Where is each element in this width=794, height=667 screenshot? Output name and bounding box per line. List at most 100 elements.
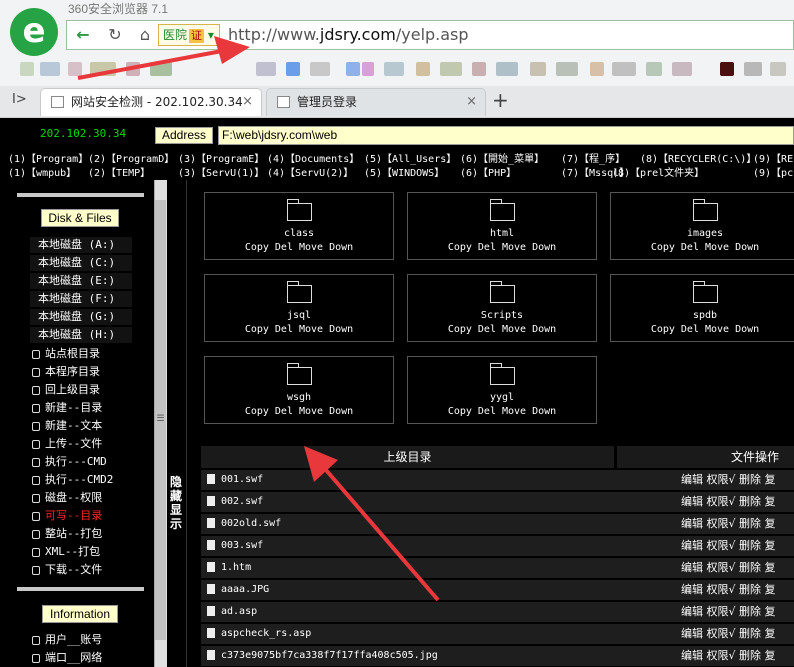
file-actions[interactable]: 编辑 权限√ 删除 复 xyxy=(617,624,794,644)
exec-cmd2-link[interactable]: 执行---CMD2 xyxy=(32,471,113,488)
download-file-link[interactable]: 下载--文件 xyxy=(32,561,102,578)
folder-name[interactable]: images xyxy=(611,228,794,239)
bookmark-item[interactable] xyxy=(612,62,636,76)
bookmark-item[interactable] xyxy=(530,62,546,76)
bookmark-item[interactable] xyxy=(126,62,140,76)
parent-dir-link[interactable]: 回上级目录 xyxy=(32,381,100,398)
folder-name[interactable]: jsql xyxy=(205,310,393,321)
bookmark-item[interactable] xyxy=(590,62,604,76)
bookmark-item[interactable] xyxy=(720,62,734,76)
file-name-cell[interactable]: 001.swf xyxy=(201,470,614,490)
folder-name[interactable]: wsgh xyxy=(205,392,393,403)
file-name-cell[interactable]: 002old.swf xyxy=(201,514,614,534)
quick-path-link[interactable]: (6)【PHP】 xyxy=(460,164,516,179)
sidebar-toggle-icon[interactable]: I> xyxy=(12,92,27,107)
folder-actions[interactable]: Copy Del Move Down xyxy=(408,324,596,335)
tab-admin-login[interactable]: 管理员登录 × xyxy=(266,88,486,116)
quick-path-link[interactable]: (9)【pc xyxy=(753,164,793,179)
quick-path-link[interactable]: (3)【ProgramE】 xyxy=(178,150,264,165)
file-actions[interactable]: 编辑 权限√ 删除 复 xyxy=(617,536,794,556)
new-tab-button[interactable]: + xyxy=(492,88,509,112)
bookmark-item[interactable] xyxy=(90,62,116,76)
file-actions[interactable]: 编辑 权限√ 删除 复 xyxy=(617,470,794,490)
ports-network-link[interactable]: 端口__网络 xyxy=(32,649,102,666)
drive-f-link[interactable]: 本地磁盘 (F:) xyxy=(30,291,132,307)
folder-actions[interactable]: Copy Del Move Down xyxy=(611,242,794,253)
drive-e-link[interactable]: 本地磁盘 (E:) xyxy=(30,273,132,289)
quick-path-link[interactable]: (8)【prel文件夹】 xyxy=(612,164,704,179)
bookmark-item[interactable] xyxy=(40,62,60,76)
drive-g-link[interactable]: 本地磁盘 (G:) xyxy=(30,309,132,325)
bookmark-item[interactable] xyxy=(556,62,578,76)
file-name[interactable]: aaaa.JPG xyxy=(221,584,269,595)
file-name-cell[interactable]: 002.swf xyxy=(201,492,614,512)
bookmark-item[interactable] xyxy=(416,62,430,76)
home-icon[interactable]: ⌂ xyxy=(132,24,158,46)
file-actions[interactable]: 编辑 权限√ 删除 复 xyxy=(617,646,794,666)
file-actions[interactable]: 编辑 权限√ 删除 复 xyxy=(617,514,794,534)
folder-tile[interactable]: class Copy Del Move Down xyxy=(204,192,394,260)
quick-path-link[interactable]: (7)【程_序】 xyxy=(561,150,625,165)
file-name-cell[interactable]: 003.swf xyxy=(201,536,614,556)
user-accounts-link[interactable]: 用户__账号 xyxy=(32,631,102,648)
folder-actions[interactable]: Copy Del Move Down xyxy=(408,406,596,417)
site-root-link[interactable]: 站点根目录 xyxy=(32,345,100,362)
close-icon[interactable]: × xyxy=(242,89,253,115)
tab-security-check[interactable]: 网站安全检测 - 202.102.30.34 × xyxy=(40,88,262,116)
back-arrow-icon[interactable]: ← xyxy=(70,24,96,46)
exec-cmd-link[interactable]: 执行---CMD xyxy=(32,453,107,470)
folder-actions[interactable]: Copy Del Move Down xyxy=(408,242,596,253)
hide-show-toggle[interactable]: 隐藏显示 xyxy=(170,475,184,531)
quick-path-link[interactable]: (1)【Program】 xyxy=(8,150,88,165)
folder-actions[interactable]: Copy Del Move Down xyxy=(205,242,393,253)
folder-name[interactable]: Scripts xyxy=(408,310,596,321)
file-name-cell[interactable]: aspcheck_rs.asp xyxy=(201,624,614,644)
pack-site-link[interactable]: 整站--打包 xyxy=(32,525,102,542)
bookmark-item[interactable] xyxy=(346,62,360,76)
bookmark-item[interactable] xyxy=(744,62,762,76)
writable-dir-link[interactable]: 可写--目录 xyxy=(32,507,102,524)
file-name[interactable]: ad.asp xyxy=(221,606,257,617)
folder-actions[interactable]: Copy Del Move Down xyxy=(205,324,393,335)
address-button[interactable]: Address xyxy=(155,127,213,144)
quick-path-link[interactable]: (9)【RE xyxy=(753,150,793,165)
quick-path-link[interactable]: (5)【All_Users】 xyxy=(364,150,456,165)
bookmark-item[interactable] xyxy=(20,62,34,76)
file-actions[interactable]: 编辑 权限√ 删除 复 xyxy=(617,558,794,578)
drive-h-link[interactable]: 本地磁盘 (H:) xyxy=(30,327,132,343)
bookmark-item[interactable] xyxy=(496,62,518,76)
program-dir-link[interactable]: 本程序目录 xyxy=(32,363,100,380)
new-text-link[interactable]: 新建--文本 xyxy=(32,417,102,434)
xml-pack-link[interactable]: XML--打包 xyxy=(32,543,100,560)
bookmark-item[interactable] xyxy=(68,62,82,76)
file-name[interactable]: 002old.swf xyxy=(221,518,281,529)
file-name[interactable]: c373e9075bf7ca338f7f17ffa408c505.jpg xyxy=(221,650,438,661)
new-dir-link[interactable]: 新建--目录 xyxy=(32,399,102,416)
file-name[interactable]: 003.swf xyxy=(221,540,263,551)
folder-tile[interactable]: Scripts Copy Del Move Down xyxy=(407,274,597,342)
folder-name[interactable]: html xyxy=(408,228,596,239)
quick-path-link[interactable]: (2)【TEMP】 xyxy=(88,164,150,179)
quick-path-link[interactable]: (4)【Documents】 xyxy=(267,150,359,165)
parent-dir-header[interactable]: 上级目录 xyxy=(201,446,614,468)
file-actions[interactable]: 编辑 权限√ 删除 复 xyxy=(617,492,794,512)
quick-path-link[interactable]: (2)【ProgramD】 xyxy=(88,150,174,165)
url-text[interactable]: http://www.jdsry.com/yelp.asp xyxy=(228,24,469,46)
file-name[interactable]: 1.htm xyxy=(221,562,251,573)
bookmark-item[interactable] xyxy=(440,62,462,76)
folder-name[interactable]: class xyxy=(205,228,393,239)
bookmark-item[interactable] xyxy=(256,62,276,76)
folder-actions[interactable]: Copy Del Move Down xyxy=(611,324,794,335)
folder-tile[interactable]: images Copy Del Move Down xyxy=(610,192,794,260)
folder-tile[interactable]: jsql Copy Del Move Down xyxy=(204,274,394,342)
bookmark-item[interactable] xyxy=(362,62,374,76)
bookmark-item[interactable] xyxy=(770,62,786,76)
drive-c-link[interactable]: 本地磁盘 (C:) xyxy=(30,255,132,271)
bookmark-item[interactable] xyxy=(384,62,404,76)
refresh-icon[interactable]: ↻ xyxy=(102,24,128,46)
bookmark-item[interactable] xyxy=(150,62,172,76)
folder-tile[interactable]: wsgh Copy Del Move Down xyxy=(204,356,394,424)
quick-path-link[interactable]: (8)【RECYCLER(C:\)】 xyxy=(640,150,756,165)
site-security-badge[interactable]: 医院证 ▾ xyxy=(158,24,220,46)
close-icon[interactable]: × xyxy=(466,89,477,115)
